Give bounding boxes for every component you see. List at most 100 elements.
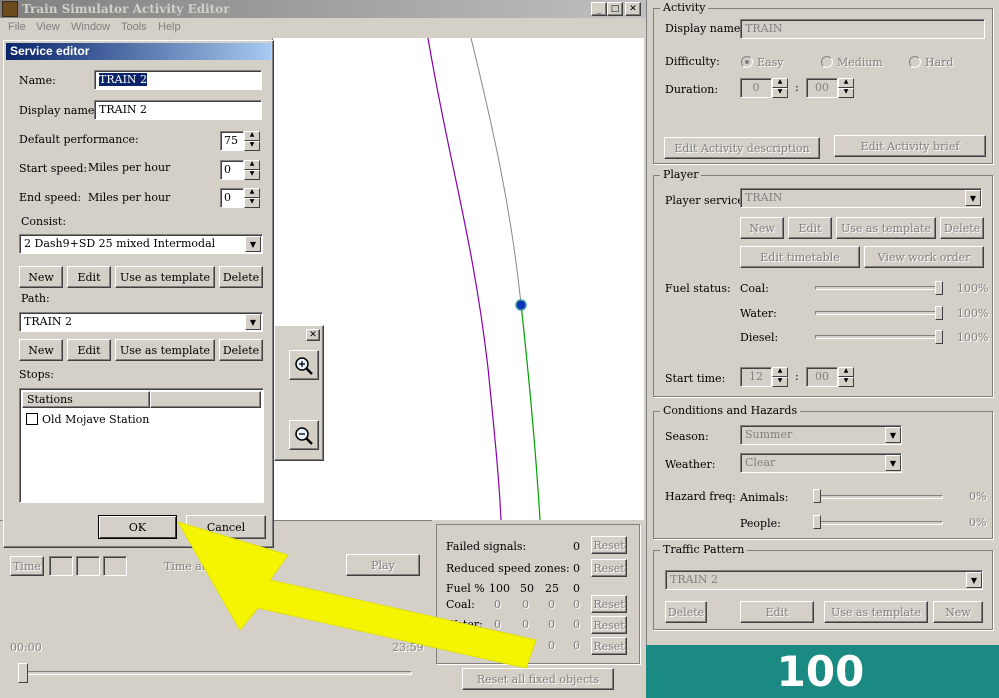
empty-column-header[interactable] [150, 391, 261, 408]
duration-minutes-field[interactable]: 00 [806, 78, 838, 98]
path-label: Path: [21, 292, 50, 305]
edit-activity-brief-button[interactable]: Edit Activity brief [834, 135, 986, 157]
zoom-out-button[interactable] [289, 420, 319, 450]
water-val-1: 0 [494, 618, 501, 631]
end-speed-field[interactable]: 0 [220, 188, 244, 208]
difficulty-medium-radio[interactable] [821, 56, 833, 68]
people-slider-thumb[interactable] [813, 515, 821, 529]
diesel-slider-thumb[interactable] [935, 330, 943, 344]
name-field[interactable]: TRAIN 2 [94, 70, 262, 90]
zoom-in-button[interactable] [289, 350, 319, 380]
path-edit-button[interactable]: Edit [67, 339, 111, 361]
player-delete-button[interactable]: Delete [940, 217, 984, 239]
display-name-field[interactable]: TRAIN 2 [94, 100, 262, 120]
animals-slider-track [813, 495, 943, 499]
minimize-button[interactable]: _ [591, 2, 607, 16]
time-button[interactable]: Time [10, 556, 44, 576]
player-template-button[interactable]: Use as template [836, 217, 936, 239]
player-service-chevron-icon[interactable]: ▼ [965, 190, 981, 206]
difficulty-hard-label: Hard [925, 56, 954, 69]
people-slider-track [813, 521, 943, 525]
reset-all-fixed-objects-button[interactable]: Reset all fixed objects [462, 668, 614, 690]
score-value: 100 [776, 647, 865, 696]
reset-reduced-zones-button[interactable]: Reset [591, 559, 627, 577]
difficulty-medium-label: Medium [837, 56, 883, 69]
traffic-chevron-icon[interactable]: ▼ [966, 572, 982, 588]
consist-chevron-icon[interactable]: ▼ [245, 236, 261, 252]
station-row[interactable]: Old Mojave Station [26, 411, 149, 427]
start-hours-spinner[interactable]: ▲ ▼ [772, 367, 788, 387]
menu-view[interactable]: View [36, 21, 60, 33]
water-slider-thumb[interactable] [935, 306, 943, 320]
menu-bar: File View Window Tools Help [0, 18, 646, 38]
water-slider-track [815, 311, 943, 315]
play-button[interactable]: Play [346, 554, 420, 576]
traffic-template-button[interactable]: Use as template [824, 601, 928, 623]
start-minutes-spinner[interactable]: ▲ ▼ [838, 367, 854, 387]
season-chevron-icon[interactable]: ▼ [885, 427, 901, 443]
start-speed-field[interactable]: 0 [220, 160, 244, 180]
menu-window[interactable]: Window [71, 21, 110, 33]
end-speed-spinner[interactable]: ▲ ▼ [244, 188, 260, 208]
ok-button[interactable]: OK [98, 515, 177, 539]
cancel-button[interactable]: Cancel [186, 515, 266, 539]
duration-hours-field[interactable]: 0 [740, 78, 772, 98]
end-speed-label: End speed: [19, 191, 82, 204]
traffic-edit-button[interactable]: Edit [740, 601, 814, 623]
edit-timetable-button[interactable]: Edit timetable [740, 246, 860, 268]
menu-help[interactable]: Help [158, 21, 181, 33]
consist-dropdown[interactable]: 2 Dash9+SD 25 mixed Intermodal [19, 234, 263, 254]
animals-slider-thumb[interactable] [813, 489, 821, 503]
start-minutes-field[interactable]: 00 [806, 367, 838, 387]
weather-chevron-icon[interactable]: ▼ [885, 455, 901, 471]
player-service-value: TRAIN [745, 191, 783, 204]
route-map[interactable] [272, 38, 644, 520]
difficulty-easy-radio[interactable] [741, 56, 753, 68]
traffic-new-button[interactable]: New [933, 601, 983, 623]
stations-column-header[interactable]: Stations [22, 391, 150, 408]
player-new-button[interactable]: New [740, 217, 784, 239]
path-new-button[interactable]: New [19, 339, 63, 361]
reset-diesel-button[interactable]: Reset [591, 637, 627, 655]
maximize-button[interactable]: □ [607, 2, 623, 16]
difficulty-hard-radio[interactable] [909, 56, 921, 68]
activity-display-name-field[interactable]: TRAIN [740, 19, 985, 39]
palette-close-button[interactable]: ✕ [306, 329, 320, 341]
station-checkbox[interactable] [26, 413, 38, 425]
start-hours-field[interactable]: 12 [740, 367, 772, 387]
path-delete-button[interactable]: Delete [219, 339, 263, 361]
player-service-label: Player service: [665, 194, 748, 207]
default-performance-field[interactable]: 75 [220, 131, 244, 151]
diesel-val-4: 0 [573, 639, 580, 652]
weather-dropdown[interactable]: Clear [740, 453, 902, 473]
path-template-button[interactable]: Use as template [115, 339, 215, 361]
path-chevron-icon[interactable]: ▼ [245, 314, 261, 330]
name-value: TRAIN 2 [99, 73, 148, 86]
player-service-dropdown[interactable]: TRAIN [740, 188, 982, 208]
reset-water-button[interactable]: Reset [591, 616, 627, 634]
menu-tools[interactable]: Tools [121, 21, 147, 33]
time-slider-thumb[interactable] [18, 663, 28, 683]
default-performance-spinner[interactable]: ▲ ▼ [244, 131, 260, 151]
consist-template-button[interactable]: Use as template [115, 266, 215, 288]
display-name-value: TRAIN 2 [99, 103, 148, 116]
consist-new-button[interactable]: New [19, 266, 63, 288]
consist-edit-button[interactable]: Edit [67, 266, 111, 288]
close-button[interactable]: ✕ [625, 2, 641, 16]
menu-file[interactable]: File [8, 21, 26, 33]
path-dropdown[interactable]: TRAIN 2 [19, 312, 263, 332]
traffic-pattern-dropdown[interactable]: TRAIN 2 [665, 570, 983, 590]
reset-coal-button[interactable]: Reset [591, 595, 627, 613]
stops-list[interactable]: Stations Old Mojave Station [19, 388, 264, 503]
coal-slider-thumb[interactable] [935, 281, 943, 295]
reset-failed-signals-button[interactable]: Reset [591, 536, 627, 554]
duration-minutes-spinner[interactable]: ▲ ▼ [838, 78, 854, 98]
consist-delete-button[interactable]: Delete [219, 266, 263, 288]
start-speed-spinner[interactable]: ▲ ▼ [244, 160, 260, 180]
duration-hours-spinner[interactable]: ▲ ▼ [772, 78, 788, 98]
view-work-order-button[interactable]: View work order [864, 246, 984, 268]
season-dropdown[interactable]: Summer [740, 425, 902, 445]
player-edit-button[interactable]: Edit [788, 217, 832, 239]
traffic-delete-button[interactable]: Delete [665, 601, 707, 623]
edit-activity-description-button[interactable]: Edit Activity description [664, 137, 820, 159]
